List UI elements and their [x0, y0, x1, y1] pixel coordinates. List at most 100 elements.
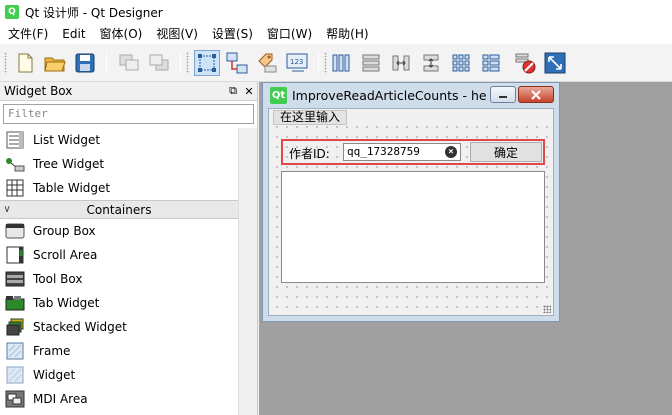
widget-item-label: MDI Area [33, 392, 88, 406]
confirm-button[interactable]: 确定 [470, 142, 542, 162]
widget-box-title: Widget Box [4, 84, 73, 98]
open-folder-icon [44, 57, 66, 72]
edit-widgets-icon [198, 54, 216, 72]
widget-item-label: Tab Widget [33, 296, 100, 310]
grid-layout-button[interactable] [448, 50, 474, 76]
horizontal-splitter-button[interactable] [388, 50, 414, 76]
vertical-splitter-icon [423, 54, 439, 72]
widget-item-tab-widget[interactable]: Tab Widget [0, 291, 238, 315]
signals-slots-icon [226, 52, 248, 74]
widget-item-label: Group Box [33, 224, 96, 238]
stacked-widget-icon [5, 318, 25, 336]
widget-box-panel: Widget Box ⧉ ✕ Filter List Widget Tree W… [0, 82, 258, 415]
widget-item-label: Frame [33, 344, 71, 358]
form-layout-icon [482, 54, 500, 72]
widget-item-label: Scroll Area [33, 248, 98, 262]
vertical-splitter-button[interactable] [418, 50, 444, 76]
close-panel-icon[interactable]: ✕ [241, 85, 257, 98]
widget-item-label: Tree Widget [33, 157, 105, 171]
widget-item-scroll-area[interactable]: Scroll Area [0, 243, 238, 267]
app-title: Qt 设计师 - Qt Designer [25, 5, 163, 20]
widget-item-frame[interactable]: Frame [0, 339, 238, 363]
form-window-titlebar[interactable]: Qt ImproveReadArticleCounts - he... [263, 83, 559, 107]
tool-box-icon [5, 270, 25, 288]
menu-form[interactable]: 窗体(O) [92, 24, 149, 44]
open-file-button[interactable] [42, 50, 68, 76]
mdi-area-icon [5, 390, 25, 408]
output-text-area[interactable] [281, 171, 545, 283]
author-id-value: qq_17328759 [347, 145, 420, 158]
vertical-layout-icon [362, 54, 380, 72]
float-panel-icon[interactable]: ⧉ [225, 84, 241, 98]
edit-widgets-button[interactable] [194, 50, 220, 76]
menu-help[interactable]: 帮助(H) [318, 24, 374, 44]
minimize-icon [499, 95, 507, 98]
close-icon [531, 89, 541, 100]
widget-item-tree-widget[interactable]: Tree Widget [0, 152, 238, 176]
new-file-icon [18, 53, 33, 73]
widget-item-label: Widget [33, 368, 76, 382]
widget-item-label: List Widget [33, 133, 101, 147]
save-button[interactable] [72, 50, 98, 76]
size-grip[interactable] [543, 305, 551, 313]
widget-item-stacked-widget[interactable]: Stacked Widget [0, 315, 238, 339]
scroll-area-icon [5, 246, 25, 264]
adjust-size-button[interactable] [542, 50, 568, 76]
widget-item-group-box[interactable]: Group Box [0, 219, 238, 243]
edit-buddies-button[interactable] [254, 50, 280, 76]
widget-item-label: Stacked Widget [33, 320, 127, 334]
lay-out-vertically-button[interactable] [358, 50, 384, 76]
menu-window[interactable]: 窗口(W) [259, 24, 318, 44]
send-to-back-icon [119, 54, 139, 71]
tab-order-icon: 123 [286, 53, 308, 72]
form-menubar: 在这里输入 [269, 109, 553, 126]
toolbar-grip[interactable] [4, 52, 7, 74]
break-layout-button[interactable] [512, 50, 538, 76]
save-icon [75, 53, 95, 73]
widget-item-table-widget[interactable]: Table Widget [0, 176, 238, 200]
menu-bar: 文件(F) Edit 窗体(O) 视图(V) 设置(S) 窗口(W) 帮助(H) [0, 24, 672, 44]
widget-item-list-widget[interactable]: List Widget [0, 128, 238, 152]
svg-text:123: 123 [290, 58, 303, 66]
horizontal-splitter-icon [392, 55, 410, 71]
horizontal-layout-icon [332, 54, 350, 72]
widget-item-label: Tool Box [33, 272, 83, 286]
chevron-down-icon: ∨ [3, 204, 11, 215]
send-to-back-button[interactable] [116, 50, 142, 76]
form-canvas[interactable]: 在这里输入 作者ID: qq_17328759 × 确定 [268, 108, 554, 316]
form-window-title: ImproveReadArticleCounts - he... [292, 87, 488, 103]
widget-box-scrollbar[interactable] [238, 128, 257, 415]
menu-settings[interactable]: 设置(S) [204, 24, 259, 44]
edit-signals-slots-button[interactable] [224, 50, 250, 76]
widget-item-tool-box[interactable]: Tool Box [0, 267, 238, 291]
tab-widget-icon [5, 294, 25, 312]
form-layout-button[interactable] [478, 50, 504, 76]
bring-to-front-icon [149, 54, 169, 71]
lay-out-horizontally-button[interactable] [328, 50, 354, 76]
author-id-input[interactable]: qq_17328759 × [343, 143, 461, 161]
widget-item-label: Table Widget [33, 181, 111, 195]
menu-file[interactable]: 文件(F) [0, 24, 54, 44]
author-id-label: 作者ID: [289, 147, 330, 161]
clear-icon[interactable]: × [445, 146, 457, 158]
widget-filter-input[interactable]: Filter [3, 104, 254, 124]
new-file-button[interactable] [12, 50, 38, 76]
qt-logo-icon: Q [5, 5, 19, 19]
app-titlebar: Q Qt 设计师 - Qt Designer [0, 0, 672, 24]
toolbar-grip-3[interactable] [324, 52, 327, 74]
toolbar-grip-2[interactable] [186, 52, 189, 74]
type-here-menu-item[interactable]: 在这里输入 [273, 110, 348, 125]
form-window[interactable]: Qt ImproveReadArticleCounts - he... 在这里输… [262, 82, 560, 322]
menu-edit[interactable]: Edit [54, 24, 91, 44]
menu-view[interactable]: 视图(V) [148, 24, 204, 44]
edit-tab-order-button[interactable]: 123 [284, 50, 310, 76]
category-label: Containers [86, 202, 152, 217]
widget-item-mdi-area[interactable]: MDI Area [0, 387, 238, 411]
bring-to-front-button[interactable] [146, 50, 172, 76]
close-button[interactable] [518, 86, 554, 103]
minimize-button[interactable] [490, 86, 516, 103]
selected-horizontal-layout[interactable]: 作者ID: qq_17328759 × 确定 [281, 139, 545, 165]
widget-item-widget[interactable]: Widget [0, 363, 238, 387]
category-containers[interactable]: ∨ Containers [0, 200, 238, 219]
qt-logo-icon: Qt [270, 86, 287, 104]
